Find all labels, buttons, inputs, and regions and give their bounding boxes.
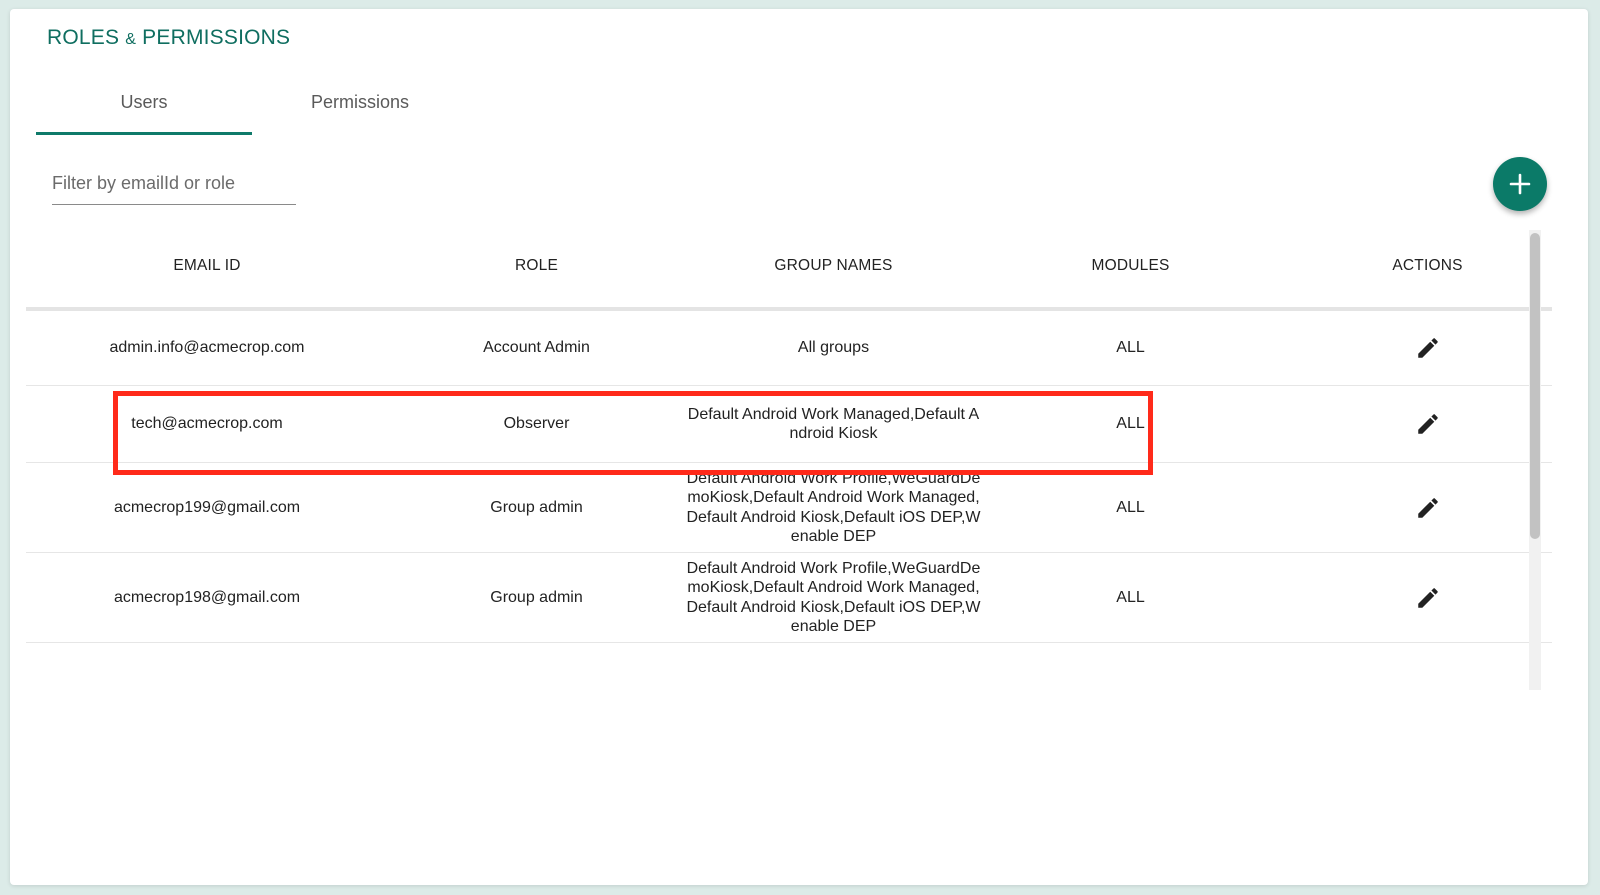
group-names-cell: Default Android Work Profile,WeGuardDemo… <box>685 553 982 642</box>
table-row: acmecrop199@gmail.com Group admin Defaul… <box>26 463 1552 553</box>
tab-bar: Users Permissions <box>36 69 468 135</box>
actions-cell <box>1279 386 1552 462</box>
tab-permissions[interactable]: Permissions <box>252 69 468 135</box>
email-cell: admin.info@acmecrop.com <box>109 339 305 356</box>
edit-button[interactable] <box>1413 493 1443 523</box>
role-cell: Group admin <box>490 588 583 606</box>
column-header-email: EMAIL ID <box>173 257 241 274</box>
edit-button[interactable] <box>1413 583 1443 613</box>
actions-cell <box>1279 311 1552 385</box>
group-names-text: All groups <box>797 339 870 357</box>
role-cell: Group admin <box>490 498 583 516</box>
pencil-icon <box>1417 587 1438 608</box>
page-title-part1: ROLES <box>47 26 120 49</box>
column-header-actions: ACTIONS <box>1392 257 1463 274</box>
modules-cell: ALL <box>1116 498 1145 516</box>
role-cell: Observer <box>503 415 570 432</box>
edit-button[interactable] <box>1413 333 1443 363</box>
role-cell: Account Admin <box>483 339 590 356</box>
table-row: tech@acmecrop.com Observer Default Andro… <box>26 386 1552 463</box>
actions-cell <box>1279 553 1552 642</box>
filter-field <box>52 164 296 205</box>
actions-cell <box>1279 463 1552 552</box>
page-title-part2: PERMISSIONS <box>142 26 291 49</box>
table-row: acmecrop198@gmail.com Group admin Defaul… <box>26 553 1552 643</box>
modules-cell: ALL <box>1116 588 1145 606</box>
table-header: EMAIL ID ROLE GROUP NAMES MODULES ACTION… <box>26 225 1552 311</box>
email-cell: acmecrop198@gmail.com <box>113 588 301 606</box>
group-names-text: Default Android Work Managed,Default And… <box>687 405 980 443</box>
tab-users[interactable]: Users <box>36 69 252 135</box>
modules-cell: ALL <box>1116 415 1145 432</box>
column-header-group-names: GROUP NAMES <box>774 257 893 274</box>
pencil-icon <box>1417 497 1438 518</box>
group-names-cell: Default Android Work Managed,Default And… <box>685 386 982 462</box>
page-title-amp: & <box>125 31 137 48</box>
table-row: admin.info@acmecrop.com Account Admin Al… <box>26 311 1552 386</box>
add-user-button[interactable] <box>1493 157 1547 211</box>
group-names-text: Default Android Work Profile,WeGuardDemo… <box>686 469 981 546</box>
filter-input[interactable] <box>52 164 296 202</box>
group-names-cell: All groups <box>685 311 982 385</box>
column-header-role: ROLE <box>514 257 558 274</box>
plus-icon <box>1509 173 1531 195</box>
users-table: EMAIL ID ROLE GROUP NAMES MODULES ACTION… <box>26 225 1552 691</box>
pencil-icon <box>1417 338 1438 358</box>
table-scrollbar-thumb[interactable] <box>1530 233 1540 539</box>
group-names-cell: Default Android Work Profile,WeGuardDemo… <box>685 463 982 552</box>
column-header-modules: MODULES <box>1091 257 1170 274</box>
modules-cell: ALL <box>1116 339 1145 356</box>
edit-button[interactable] <box>1413 409 1443 439</box>
pencil-icon <box>1417 414 1438 434</box>
page-title: ROLES & PERMISSIONS <box>47 26 290 50</box>
email-cell: tech@acmecrop.com <box>131 415 283 432</box>
email-cell: acmecrop199@gmail.com <box>113 498 301 516</box>
group-names-text: Default Android Work Profile,WeGuardDemo… <box>686 559 981 636</box>
